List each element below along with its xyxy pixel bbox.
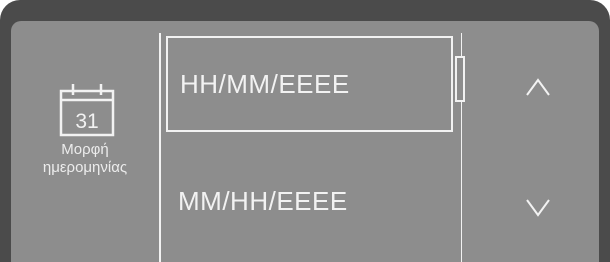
chevron-down-icon[interactable] (523, 197, 553, 219)
setting-title-line2: ημερομηνίας (42, 159, 128, 176)
device-bezel: 31 Μορφή ημερομηνίας HH/MM/EEEE MM/HH/EE… (0, 0, 610, 262)
chevron-up-icon[interactable] (523, 76, 553, 98)
display-screen: 31 Μορφή ημερομηνίας HH/MM/EEEE MM/HH/EE… (11, 21, 599, 262)
calendar-day: 31 (75, 110, 98, 133)
sidebar-divider (159, 33, 161, 262)
option-label: HH/MM/EEEE (180, 68, 350, 99)
setting-title-line1: Μορφή (61, 141, 109, 158)
date-format-option-dd-mm-yyyy[interactable]: HH/MM/EEEE (166, 36, 453, 132)
setting-sidebar: 31 Μορφή ημερομηνίας (11, 21, 159, 262)
calendar-icon: 31 (59, 84, 115, 137)
option-label: MM/HH/EEEE (178, 185, 348, 216)
scrollbar-thumb[interactable] (455, 56, 465, 102)
date-format-option-mm-dd-yyyy[interactable]: MM/HH/EEEE (166, 161, 453, 241)
